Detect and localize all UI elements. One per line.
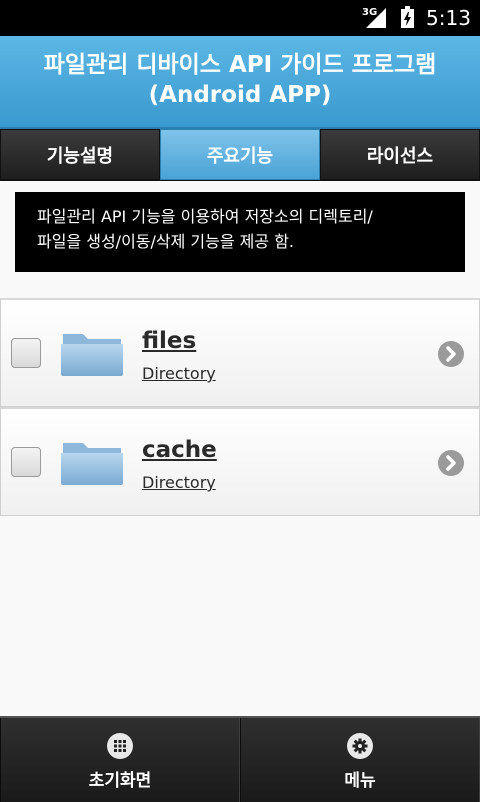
directory-list: files Directory cache Directory <box>0 298 480 516</box>
item-type[interactable]: Directory <box>142 473 216 492</box>
item-checkbox[interactable] <box>11 447 41 477</box>
tab-license[interactable]: 라이선스 <box>320 129 480 180</box>
page-title: 파일관리 디바이스 API 가이드 프로그램 <box>43 52 437 78</box>
tab-main-features[interactable]: 주요기능 <box>160 129 320 180</box>
tab-feature-description[interactable]: 기능설명 <box>0 129 160 180</box>
list-item[interactable]: files Directory <box>0 298 480 407</box>
grid-icon <box>107 733 133 759</box>
clock: 5:13 <box>426 6 471 30</box>
item-type[interactable]: Directory <box>142 364 216 383</box>
battery-icon <box>401 6 414 28</box>
home-button[interactable]: 초기화면 <box>0 718 240 802</box>
folder-icon <box>61 334 123 376</box>
tab-bar: 기능설명 주요기능 라이선스 <box>0 129 480 181</box>
description-line-2: 파일을 생성/이동/삭제 기능을 제공 함. <box>37 232 295 251</box>
item-name[interactable]: files <box>142 328 196 354</box>
signal-icon <box>366 8 386 28</box>
home-button-label: 초기화면 <box>88 771 152 791</box>
list-item[interactable]: cache Directory <box>0 407 480 516</box>
menu-button-label: 메뉴 <box>344 771 376 791</box>
item-checkbox[interactable] <box>11 338 41 368</box>
description-box: 파일관리 API 기능을 이용하여 저장소의 디렉토리/ 파일을 생성/이동/삭… <box>15 192 465 272</box>
page-subtitle: (Android APP) <box>148 82 332 108</box>
status-bar: 3G 5:13 <box>0 0 480 36</box>
folder-icon <box>61 443 123 485</box>
chevron-right-icon[interactable] <box>437 340 465 368</box>
menu-button[interactable]: 메뉴 <box>240 718 480 802</box>
chevron-right-icon[interactable] <box>437 449 465 477</box>
gear-icon <box>347 733 373 759</box>
bottom-nav-bar: 초기화면 메뉴 <box>0 716 480 802</box>
item-name[interactable]: cache <box>142 437 217 463</box>
description-line-1: 파일관리 API 기능을 이용하여 저장소의 디렉토리/ <box>37 207 373 226</box>
app-header: 파일관리 디바이스 API 가이드 프로그램 (Android APP) <box>0 36 480 129</box>
